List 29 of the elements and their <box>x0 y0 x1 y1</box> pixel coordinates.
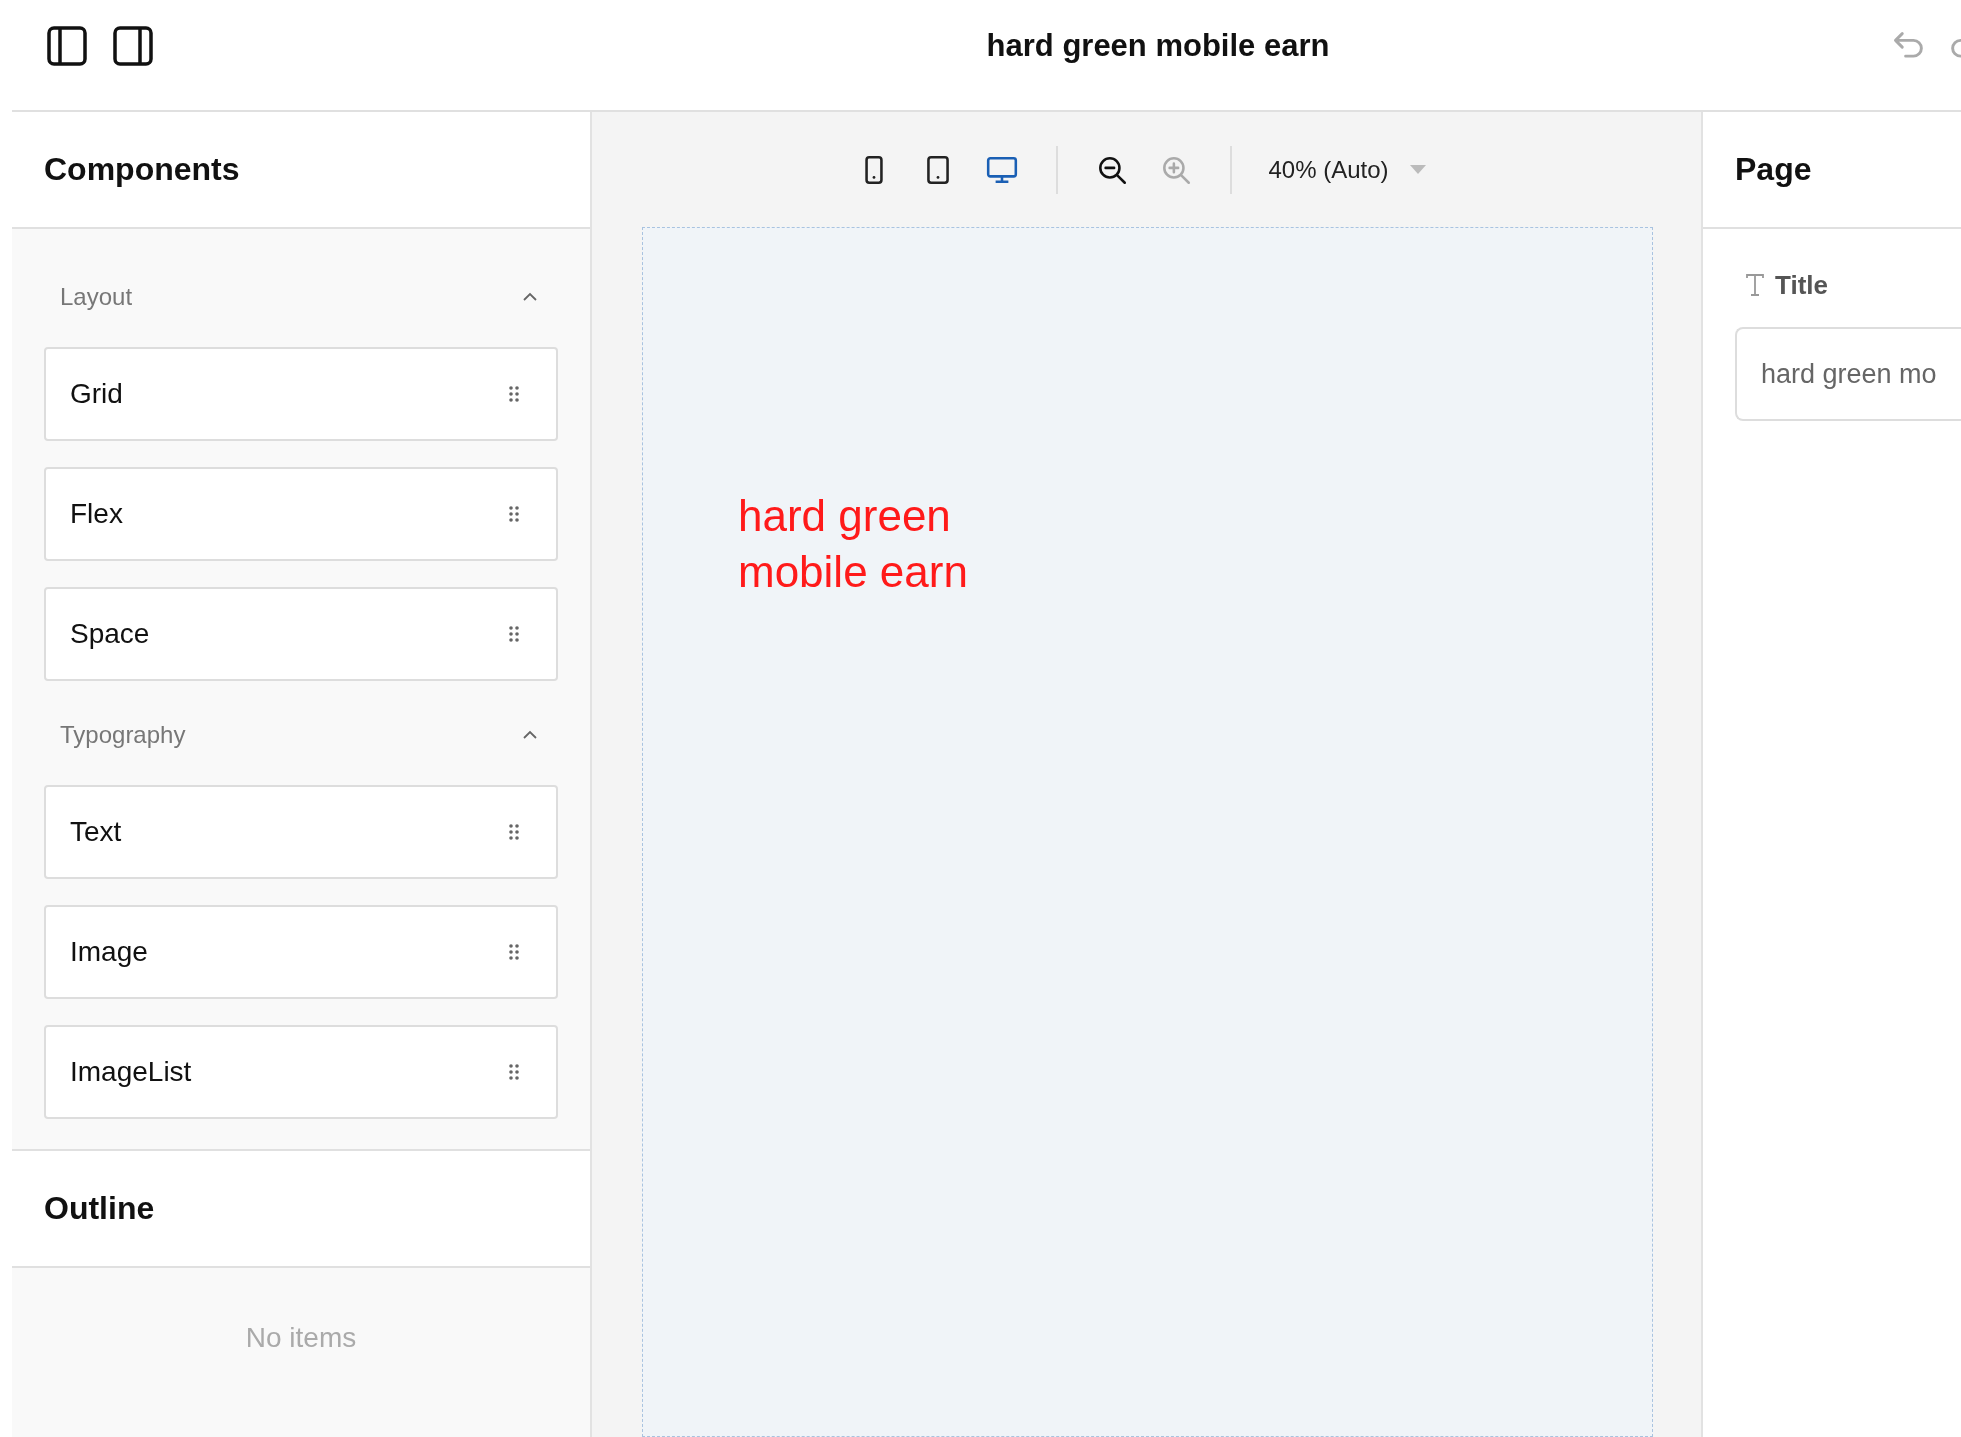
drag-handle-icon[interactable] <box>508 505 520 523</box>
collapse-caret-icon[interactable] <box>522 292 538 302</box>
right-panel-toggle-icon[interactable] <box>113 26 153 66</box>
components-heading: Components <box>44 151 240 188</box>
collapse-caret-icon[interactable] <box>522 730 538 740</box>
component-card[interactable]: Image <box>44 905 558 999</box>
component-card[interactable]: Flex <box>44 467 558 561</box>
page-heading: Page <box>1735 151 1812 188</box>
left-panel-toggle-icon[interactable] <box>47 26 87 66</box>
drag-handle-icon[interactable] <box>508 385 520 403</box>
group-label: Typography <box>60 721 186 749</box>
outline-heading: Outline <box>44 1190 155 1227</box>
zoom-level-dropdown[interactable]: 40% (Auto) <box>1264 149 1431 190</box>
title-input-field[interactable]: hard green mo <box>1735 327 1961 421</box>
drag-handle-icon[interactable] <box>508 823 520 841</box>
text-type-icon <box>1745 274 1765 296</box>
group-label: Layout <box>60 283 133 311</box>
drag-handle-icon[interactable] <box>508 1063 520 1081</box>
drag-handle-icon[interactable] <box>508 943 520 961</box>
component-card[interactable]: Space <box>44 587 558 681</box>
document-title: hard green mobile earn <box>986 28 1330 64</box>
component-card[interactable]: Text <box>44 785 558 879</box>
drag-handle-icon[interactable] <box>508 625 520 643</box>
component-card[interactable]: Grid <box>44 347 558 441</box>
canvas-title-text: hard green mobile earn <box>738 490 968 598</box>
field-label: Title <box>1775 269 1828 301</box>
empty-state-text: No items <box>245 1322 357 1354</box>
dropdown-caret-icon <box>1408 164 1427 175</box>
component-card[interactable]: ImageList <box>44 1025 558 1119</box>
